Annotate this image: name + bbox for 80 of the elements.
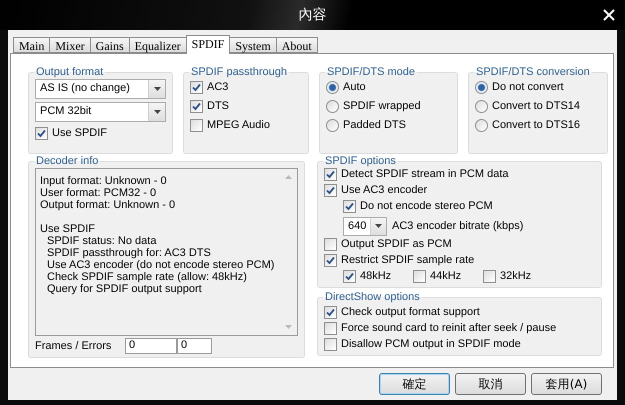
format-dropdown[interactable]: PCM 32bit <box>35 102 166 122</box>
info-line: Use AC3 encoder (do not encode stereo PCM) <box>46 259 276 271</box>
checkbox[interactable] <box>324 184 337 196</box>
radio-button[interactable] <box>475 80 488 94</box>
checkbox-label: Do not encode stereo PCM <box>360 200 493 212</box>
caret-icon <box>154 110 160 114</box>
checkbox-label: DTS <box>207 100 229 112</box>
checkbox[interactable] <box>35 126 48 140</box>
info-line: SPDIF status: No data <box>46 235 158 247</box>
group-title: Output format <box>35 66 104 78</box>
caret-icon <box>375 224 382 228</box>
close-icon[interactable] <box>603 9 615 21</box>
group-title: SPDIF passthrough <box>190 66 288 78</box>
tab[interactable]: Equalizer <box>128 37 187 53</box>
checkbox[interactable] <box>324 254 337 266</box>
checkbox[interactable] <box>190 100 203 112</box>
info-line: SPDIF passthrough for: AC3 DTS <box>46 247 212 259</box>
format-dropdown[interactable]: AS IS (no change) <box>35 79 166 99</box>
bitrate-label: AC3 encoder bitrate (kbps) <box>392 220 524 232</box>
checkbox[interactable] <box>324 238 337 250</box>
tab[interactable]: Main <box>13 37 50 53</box>
radio-label: Convert to DTS14 <box>492 100 580 112</box>
checkbox-label: Check output format support <box>341 306 480 318</box>
info-line: Check SPDIF sample rate (allow: 48kHz) <box>46 271 248 283</box>
radio-button[interactable] <box>475 100 488 112</box>
group-title: DirectShow options <box>324 291 421 303</box>
info-line: Output format: Unknown - 0 <box>40 199 176 211</box>
radio-label: Padded DTS <box>343 119 406 131</box>
checkbox-label: MPEG Audio <box>207 119 270 131</box>
checkbox-label: Restrict SPDIF sample rate <box>341 254 474 266</box>
group-title: SPDIF/DTS mode <box>326 66 416 78</box>
checkbox-label: Output SPDIF as PCM <box>341 238 452 250</box>
checkbox-label: Use AC3 encoder <box>341 184 428 196</box>
radio-label: Do not convert <box>492 81 564 93</box>
frames-label: Frames / Errors <box>35 340 112 352</box>
tab[interactable]: Gains <box>90 37 130 53</box>
checkbox[interactable] <box>324 338 337 350</box>
radio-label: SPDIF wrapped <box>343 100 421 112</box>
checkbox[interactable] <box>343 200 356 212</box>
tab[interactable]: System <box>229 37 277 53</box>
checkbox[interactable] <box>324 322 337 334</box>
checkbox-label: 48kHz <box>360 270 392 282</box>
window-title: 內容 <box>298 6 326 24</box>
info-line: Use SPDIF <box>40 223 96 235</box>
info-line: Query for SPDIF output support <box>46 283 203 295</box>
checkbox-label: Use SPDIF <box>52 127 108 139</box>
checkbox-label: Detect SPDIF stream in PCM data <box>341 168 508 180</box>
radio-label: Auto <box>343 81 366 93</box>
bitrate-dropdown[interactable]: 640 <box>343 216 387 236</box>
tab[interactable]: About <box>276 37 318 53</box>
radio-button[interactable] <box>326 100 339 112</box>
frames-field[interactable]: 0 <box>125 338 177 354</box>
radio-button[interactable] <box>475 118 488 132</box>
checkbox[interactable] <box>483 270 496 282</box>
radio-button[interactable] <box>326 118 339 132</box>
errors-field[interactable]: 0 <box>177 338 212 354</box>
group-title: SPDIF options <box>324 155 397 167</box>
checkbox-label: Disallow PCM output in SPDIF mode <box>341 338 521 350</box>
tab[interactable]: Mixer <box>49 37 91 53</box>
dialog-button[interactable]: 套用(A) <box>531 373 602 395</box>
checkbox[interactable] <box>343 270 356 282</box>
radio-button[interactable] <box>326 80 339 94</box>
checkbox-label: 44kHz <box>430 270 462 282</box>
radio-label: Convert to DTS16 <box>492 119 580 131</box>
info-line: User format: PCM32 - 0 <box>40 187 158 199</box>
checkbox[interactable] <box>324 306 337 318</box>
tab[interactable]: SPDIF <box>186 35 230 54</box>
group-title: SPDIF/DTS conversion <box>475 66 591 78</box>
checkbox-label: Force sound card to reinit after seek / pause <box>341 322 556 334</box>
dialog-button[interactable]: 確定 <box>379 373 450 395</box>
group-title: Decoder info <box>35 155 100 167</box>
checkbox[interactable] <box>413 270 426 282</box>
info-line: Input format: Unknown - 0 <box>40 175 168 187</box>
checkbox-label: AC3 <box>207 81 228 93</box>
caret-icon <box>154 87 160 91</box>
checkbox[interactable] <box>190 80 203 94</box>
checkbox[interactable] <box>324 168 337 180</box>
checkbox[interactable] <box>190 118 203 132</box>
checkbox-label: 32kHz <box>500 270 532 282</box>
dialog-button[interactable]: 取消 <box>455 373 526 395</box>
